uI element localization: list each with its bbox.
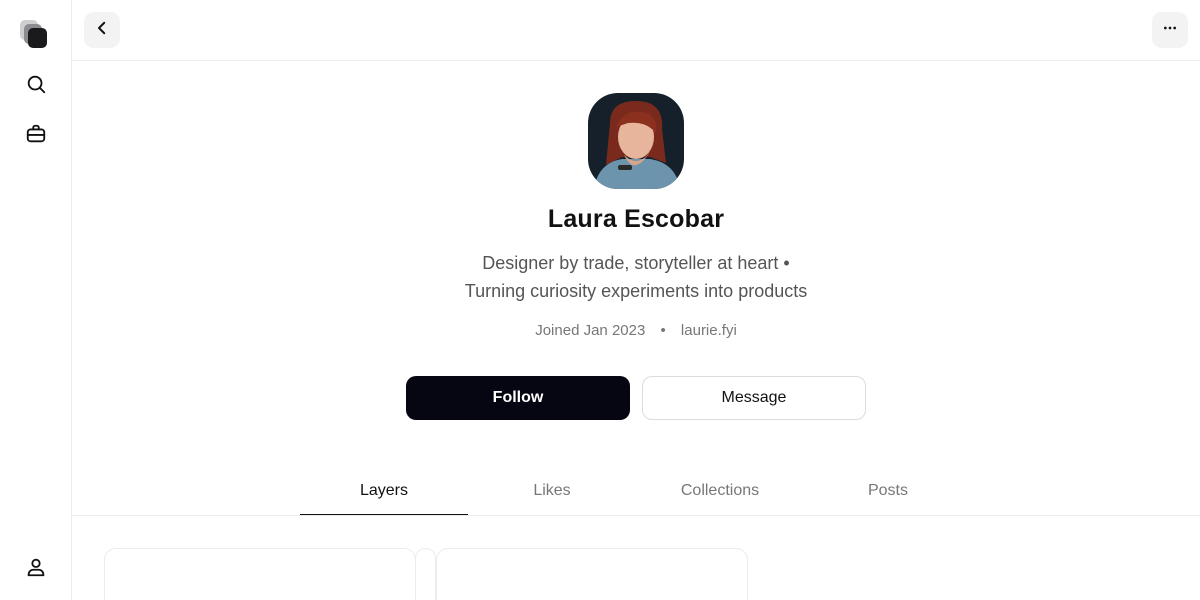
bio-line-1: Designer by trade, storyteller at heart … <box>482 253 790 273</box>
top-bar <box>72 0 1200 61</box>
profile-bio: Designer by trade, storyteller at heart … <box>400 249 872 305</box>
layer-card[interactable] <box>436 548 748 600</box>
layers-logo-icon[interactable] <box>19 18 49 50</box>
card-stack-edge <box>415 548 436 600</box>
user-icon[interactable] <box>18 549 54 585</box>
bio-line-2: Turning curiosity experiments into produ… <box>464 281 808 301</box>
tab-layers[interactable]: Layers <box>300 472 468 516</box>
back-button[interactable] <box>84 12 120 48</box>
tab-posts[interactable]: Posts <box>804 472 972 516</box>
profile-tabs: Layers Likes Collections Posts <box>300 472 972 516</box>
joined-date: Joined Jan 2023 <box>535 322 646 339</box>
tabs-divider <box>72 515 1200 516</box>
left-sidebar <box>0 0 72 600</box>
more-horizontal-icon <box>1162 20 1178 41</box>
chevron-left-icon <box>93 19 111 42</box>
profile-name: Laura Escobar <box>547 205 725 233</box>
search-icon[interactable] <box>18 66 54 102</box>
tab-likes[interactable]: Likes <box>468 472 636 516</box>
avatar <box>588 93 684 189</box>
layer-card[interactable] <box>104 548 416 600</box>
more-options-button[interactable] <box>1152 12 1188 48</box>
follow-button[interactable]: Follow <box>406 376 630 420</box>
briefcase-icon[interactable] <box>18 116 54 152</box>
website-link[interactable]: laurie.fyi <box>681 322 737 339</box>
meta-separator: • <box>660 322 666 339</box>
profile-meta: Joined Jan 2023 • laurie.fyi <box>400 322 872 339</box>
tab-collections[interactable]: Collections <box>636 472 804 516</box>
message-button[interactable]: Message <box>642 376 866 420</box>
